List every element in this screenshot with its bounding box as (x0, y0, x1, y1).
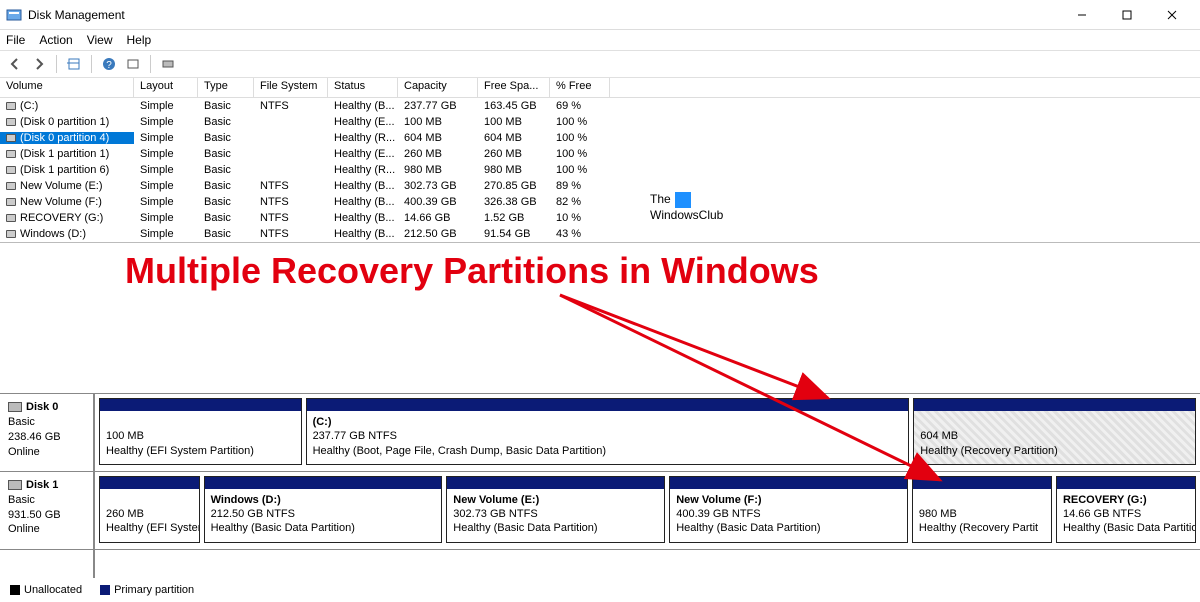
table-row[interactable]: (Disk 0 partition 1)SimpleBasicHealthy (… (0, 114, 1200, 130)
col-layout[interactable]: Layout (134, 78, 198, 97)
table-row[interactable]: New Volume (F:)SimpleBasicNTFSHealthy (B… (0, 194, 1200, 210)
drive-icon (6, 214, 16, 222)
disk-icon (8, 402, 22, 412)
watermark-logo-icon (675, 192, 691, 208)
table-row[interactable]: New Volume (E:)SimpleBasicNTFSHealthy (B… (0, 178, 1200, 194)
legend: UnallocatedPrimary partition (0, 578, 1200, 602)
drive-icon (6, 230, 16, 238)
disk-label[interactable]: Disk 1Basic931.50 GBOnline (0, 472, 95, 549)
partition[interactable]: 604 MBHealthy (Recovery Partition) (913, 398, 1196, 465)
properties-button[interactable] (157, 53, 179, 75)
drive-icon (6, 102, 16, 110)
svg-text:?: ? (106, 60, 112, 71)
table-row[interactable]: (C:)SimpleBasicNTFSHealthy (B...237.77 G… (0, 98, 1200, 114)
back-button[interactable] (4, 53, 26, 75)
menu-help[interactable]: Help (127, 33, 152, 47)
disk-icon (8, 480, 22, 490)
disk-graphical-view: Disk 0Basic238.46 GBOnline 100 MBHealthy… (0, 393, 1200, 602)
partition[interactable]: RECOVERY (G:)14.66 GB NTFSHealthy (Basic… (1056, 476, 1196, 543)
partition[interactable]: 100 MBHealthy (EFI System Partition) (99, 398, 302, 465)
table-row[interactable]: Windows (D:)SimpleBasicNTFSHealthy (B...… (0, 226, 1200, 242)
col-status[interactable]: Status (328, 78, 398, 97)
col-type[interactable]: Type (198, 78, 254, 97)
col-volume[interactable]: Volume (0, 78, 134, 97)
partition[interactable]: New Volume (E:)302.73 GB NTFSHealthy (Ba… (446, 476, 665, 543)
drive-icon (6, 150, 16, 158)
partition[interactable]: 260 MBHealthy (EFI System (99, 476, 200, 543)
close-button[interactable] (1149, 0, 1194, 30)
app-icon (6, 7, 22, 23)
col-pctfree[interactable]: % Free (550, 78, 610, 97)
toolbar: ? (0, 50, 1200, 78)
partition[interactable]: 980 MBHealthy (Recovery Partit (912, 476, 1052, 543)
disk-row: Disk 1Basic931.50 GBOnline 260 MBHealthy… (0, 471, 1200, 549)
minimize-button[interactable] (1059, 0, 1104, 30)
window-title: Disk Management (28, 8, 125, 22)
menu-action[interactable]: Action (39, 33, 72, 47)
watermark: The WindowsClub (650, 192, 723, 222)
disk-label[interactable]: Disk 0Basic238.46 GBOnline (0, 394, 95, 471)
help-button[interactable]: ? (98, 53, 120, 75)
volume-table: Volume Layout Type File System Status Ca… (0, 78, 1200, 243)
table-row[interactable]: RECOVERY (G:)SimpleBasicNTFSHealthy (B..… (0, 210, 1200, 226)
table-row[interactable]: (Disk 0 partition 4)SimpleBasicHealthy (… (0, 130, 1200, 146)
titlebar: Disk Management (0, 0, 1200, 30)
drive-icon (6, 118, 16, 126)
col-capacity[interactable]: Capacity (398, 78, 478, 97)
drive-icon (6, 134, 16, 142)
partition[interactable]: (C:)237.77 GB NTFSHealthy (Boot, Page Fi… (306, 398, 910, 465)
forward-button[interactable] (28, 53, 50, 75)
partition[interactable]: Windows (D:)212.50 GB NTFSHealthy (Basic… (204, 476, 443, 543)
drive-icon (6, 198, 16, 206)
col-filesystem[interactable]: File System (254, 78, 328, 97)
partition[interactable]: New Volume (F:)400.39 GB NTFSHealthy (Ba… (669, 476, 908, 543)
drive-icon (6, 166, 16, 174)
drive-icon (6, 182, 16, 190)
annotation-text: Multiple Recovery Partitions in Windows (125, 250, 819, 292)
view-button[interactable] (63, 53, 85, 75)
refresh-button[interactable] (122, 53, 144, 75)
disk-row: Disk 0Basic238.46 GBOnline 100 MBHealthy… (0, 393, 1200, 471)
maximize-button[interactable] (1104, 0, 1149, 30)
table-header: Volume Layout Type File System Status Ca… (0, 78, 1200, 98)
menu-file[interactable]: File (6, 33, 25, 47)
table-row[interactable]: (Disk 1 partition 6)SimpleBasicHealthy (… (0, 162, 1200, 178)
menu-view[interactable]: View (87, 33, 113, 47)
col-freespace[interactable]: Free Spa... (478, 78, 550, 97)
menubar: File Action View Help (0, 30, 1200, 50)
table-row[interactable]: (Disk 1 partition 1)SimpleBasicHealthy (… (0, 146, 1200, 162)
